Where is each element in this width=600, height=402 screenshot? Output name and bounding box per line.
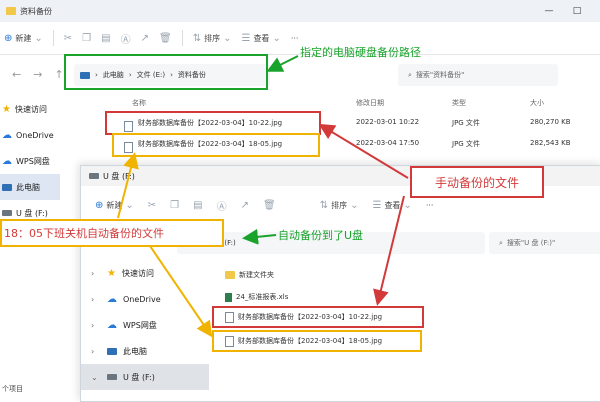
auto-backup-callout: 18：05下班关机自动备份的文件 [0, 219, 224, 247]
usb-annotation: 自动备份到了U盘 [278, 229, 364, 242]
auto-arrow-up [117, 152, 139, 219]
manual-backup-callout: 手动备份的文件 [410, 166, 544, 198]
auto-time-annotation: 18：05下班关机自动备份的文件 [4, 227, 164, 240]
path-arrow [266, 55, 299, 72]
manual-arrow-up [318, 123, 409, 179]
manual-arrow-down [373, 195, 405, 306]
manual-annotation: 手动备份的文件 [434, 175, 519, 190]
auto-arrow-down [149, 245, 213, 338]
annotation-arrows [117, 55, 409, 338]
usb-arrow [242, 228, 277, 245]
path-annotation: 指定的电脑硬盘备份路径 [300, 46, 421, 59]
